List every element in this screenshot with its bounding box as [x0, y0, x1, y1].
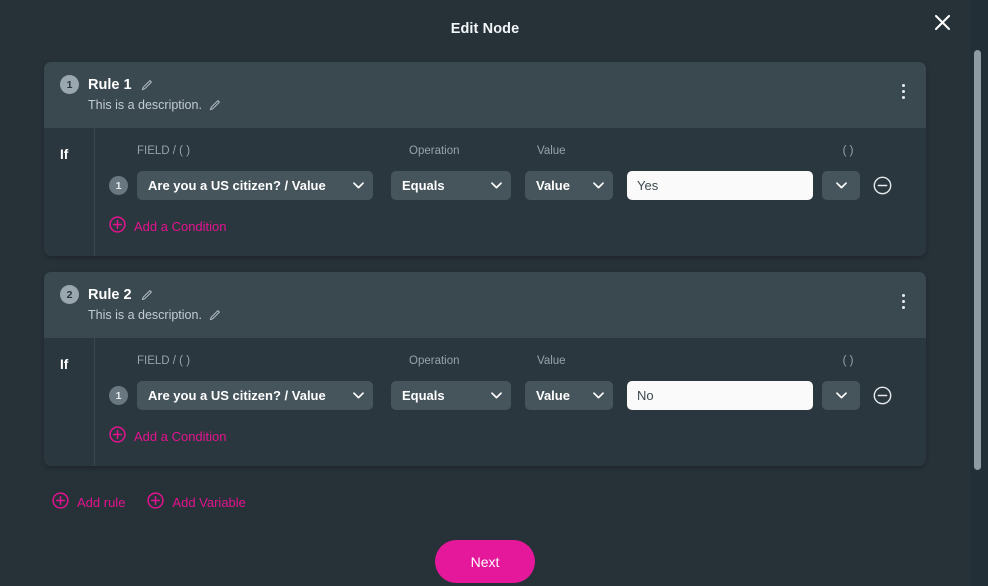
chevron-down-icon — [593, 182, 604, 189]
chevron-down-icon — [353, 182, 364, 189]
paren-select[interactable] — [822, 171, 860, 200]
chevron-down-icon — [835, 182, 847, 189]
plus-circle-icon — [52, 492, 69, 512]
footer-actions: Add rule Add Variable — [44, 482, 926, 512]
condition-number-badge: 1 — [109, 386, 128, 405]
rule-name: Rule 1 — [88, 76, 132, 93]
field-select-value: Are you a US citizen? / Value — [148, 178, 326, 193]
rules-list: 1 Rule 1 This is a description. If FIELD / (… — [44, 62, 926, 466]
pencil-icon[interactable] — [209, 99, 221, 111]
add-variable-label: Add Variable — [172, 494, 246, 510]
value-type-select-value: Value — [536, 178, 570, 193]
value-input[interactable] — [627, 171, 813, 200]
next-button-wrap: Next — [44, 540, 926, 583]
add-condition-label: Add a Condition — [134, 428, 227, 444]
rule-number-badge: 1 — [60, 75, 79, 94]
operation-select-value: Equals — [402, 388, 445, 403]
rule-body: If FIELD / ( ) Operation Value ( ) 1 Are you a… — [44, 128, 926, 256]
field-select[interactable]: Are you a US citizen? / Value — [137, 171, 373, 200]
paren-select[interactable] — [822, 381, 860, 410]
chevron-down-icon — [491, 182, 502, 189]
chevron-down-icon — [835, 392, 847, 399]
more-vertical-icon[interactable] — [892, 288, 914, 314]
remove-condition-button[interactable] — [872, 176, 892, 196]
rule-card: 1 Rule 1 This is a description. If FIELD / (… — [44, 62, 926, 256]
rule-header: 2 Rule 2 This is a description. — [44, 272, 926, 338]
value-type-select[interactable]: Value — [525, 381, 613, 410]
rule-description: This is a description. — [88, 308, 202, 322]
modal-titlebar: Edit Node — [0, 0, 970, 62]
condition-row: 1 Are you a US citizen? / Value Equals Valu… — [95, 171, 926, 200]
rule-name: Rule 2 — [88, 286, 132, 303]
more-vertical-icon[interactable] — [892, 78, 914, 104]
next-button[interactable]: Next — [435, 540, 535, 583]
condition-column-headers: FIELD / ( ) Operation Value ( ) — [95, 350, 926, 372]
operation-select[interactable]: Equals — [391, 381, 511, 410]
plus-circle-icon — [109, 216, 126, 236]
edit-node-modal: Edit Node 1 Rule 1 This is a description. I… — [0, 0, 970, 586]
conditions-column: FIELD / ( ) Operation Value ( ) 1 Are you a U… — [95, 128, 926, 256]
page-title: Edit Node — [450, 21, 520, 37]
plus-circle-icon — [109, 426, 126, 446]
chevron-down-icon — [353, 392, 364, 399]
add-condition-button[interactable]: Add a Condition — [109, 426, 227, 446]
add-condition-button[interactable]: Add a Condition — [109, 216, 227, 236]
add-rule-label: Add rule — [77, 494, 126, 510]
value-type-select-value: Value — [536, 388, 570, 403]
conditions-column: FIELD / ( ) Operation Value ( ) 1 Are you a U… — [95, 338, 926, 466]
chevron-down-icon — [593, 392, 604, 399]
chevron-down-icon — [491, 392, 502, 399]
column-header-paren: ( ) — [842, 355, 854, 367]
column-header-value: Value — [537, 145, 566, 157]
if-column: If — [44, 338, 95, 466]
condition-column-headers: FIELD / ( ) Operation Value ( ) — [95, 140, 926, 162]
if-label: If — [60, 357, 69, 372]
add-rule-button[interactable]: Add rule — [52, 492, 125, 512]
value-input[interactable] — [627, 381, 813, 410]
rule-description: This is a description. — [88, 98, 202, 112]
operation-select-value: Equals — [402, 178, 445, 193]
column-header-field: FIELD / ( ) — [137, 145, 191, 157]
add-variable-button[interactable]: Add Variable — [147, 492, 246, 512]
condition-row: 1 Are you a US citizen? / Value Equals Valu… — [95, 381, 926, 410]
column-header-operation: Operation — [409, 355, 460, 367]
scrollbar-track[interactable] — [973, 0, 985, 586]
operation-select[interactable]: Equals — [391, 171, 511, 200]
plus-circle-icon — [147, 492, 165, 512]
rule-header: 1 Rule 1 This is a description. — [44, 62, 926, 128]
rule-card: 2 Rule 2 This is a description. If FIELD / (… — [44, 272, 926, 466]
close-icon[interactable] — [928, 8, 956, 36]
pencil-icon[interactable] — [141, 79, 153, 91]
column-header-field: FIELD / ( ) — [137, 355, 191, 367]
column-header-value: Value — [537, 355, 566, 367]
scrollbar-thumb[interactable] — [974, 50, 981, 470]
if-column: If — [44, 128, 95, 256]
if-label: If — [60, 147, 69, 162]
field-select[interactable]: Are you a US citizen? / Value — [137, 381, 373, 410]
column-header-operation: Operation — [409, 145, 460, 157]
value-type-select[interactable]: Value — [525, 171, 613, 200]
field-select-value: Are you a US citizen? / Value — [148, 388, 326, 403]
condition-number-badge: 1 — [109, 176, 128, 195]
pencil-icon[interactable] — [209, 309, 221, 321]
add-condition-label: Add a Condition — [134, 218, 227, 234]
modal-scroll-area: 1 Rule 1 This is a description. If FIELD / (… — [0, 62, 970, 586]
remove-condition-button[interactable] — [872, 386, 892, 406]
rule-number-badge: 2 — [60, 285, 79, 304]
column-header-paren: ( ) — [842, 145, 854, 157]
rule-body: If FIELD / ( ) Operation Value ( ) 1 Are you a… — [44, 338, 926, 466]
rules-container: 1 Rule 1 This is a description. If FIELD / (… — [0, 62, 970, 583]
pencil-icon[interactable] — [141, 289, 153, 301]
